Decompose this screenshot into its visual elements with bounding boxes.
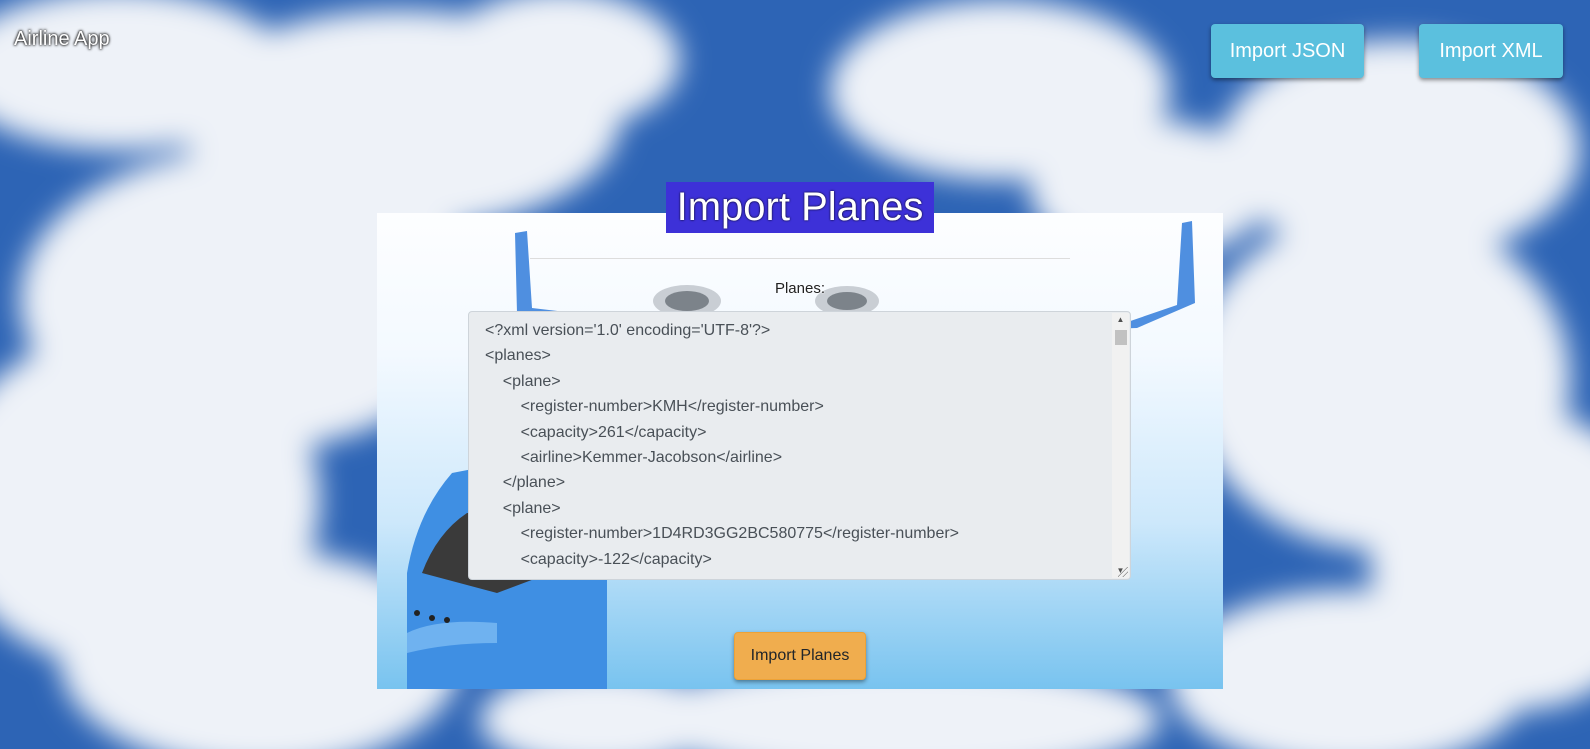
page-title: Import Planes: [666, 182, 934, 233]
scroll-up-arrow-icon[interactable]: ▲: [1112, 313, 1129, 327]
import-xml-button[interactable]: Import XML: [1419, 24, 1563, 78]
planes-label: Planes:: [774, 280, 826, 297]
brand-title[interactable]: Airline App: [14, 28, 110, 51]
xml-content[interactable]: <?xml version='1.0' encoding='UTF-8'?> <…: [469, 312, 1130, 572]
scroll-thumb[interactable]: [1115, 330, 1127, 345]
import-json-button[interactable]: Import JSON: [1211, 24, 1364, 78]
planes-xml-textarea[interactable]: <?xml version='1.0' encoding='UTF-8'?> <…: [468, 311, 1131, 580]
divider: [530, 258, 1070, 259]
import-planes-button[interactable]: Import Planes: [734, 632, 866, 680]
vertical-scrollbar[interactable]: ▲ ▼: [1112, 313, 1129, 578]
resize-grip-icon[interactable]: [1118, 567, 1128, 577]
